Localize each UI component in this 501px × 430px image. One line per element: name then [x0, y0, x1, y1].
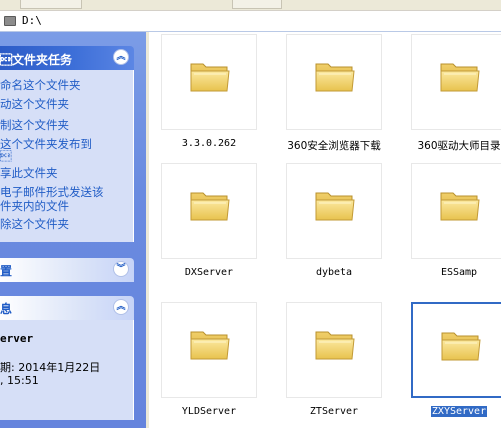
folder-label-text: ZTServer: [309, 406, 359, 417]
folder-tile[interactable]: [411, 302, 501, 398]
folder-item[interactable]: ZTServer: [274, 302, 382, 430]
folder-tile[interactable]: [161, 34, 257, 130]
folder-label[interactable]: ZTServer: [274, 406, 394, 417]
folder-icon: [441, 332, 481, 361]
folder-label-text: DXServer: [184, 267, 234, 278]
folder-icon: [315, 331, 355, 360]
folder-icon: [440, 63, 480, 92]
folder-label-text: dybeta: [315, 267, 353, 278]
folder-item[interactable]: 360驱动大师目录: [399, 34, 501, 162]
folder-label[interactable]: 360驱动大师目录: [399, 138, 501, 153]
folder-item[interactable]: dybeta: [274, 163, 382, 291]
folder-item[interactable]: YLDServer: [149, 302, 257, 430]
folder-tasks-header[interactable]: 文件夹任务 ︽: [0, 46, 134, 70]
folder-label[interactable]: DXServer: [149, 267, 269, 278]
folder-label-text: 360安全浏览器下载: [287, 140, 381, 152]
task-pane: 文件夹任务 ︽ 命名这个文件夹 动这个文件夹 制这个文件夹 这个文件夹发布到 …: [0, 32, 146, 428]
folder-tasks-body: 命名这个文件夹 动这个文件夹 制这个文件夹 这个文件夹发布到  享此文件夹 电…: [0, 70, 134, 242]
task-move[interactable]: 动这个文件夹: [0, 97, 69, 111]
details-time: , 15:51: [0, 374, 39, 387]
drive-icon: [4, 16, 16, 26]
folder-label-text: 360驱动大师目录: [417, 140, 501, 152]
folder-tasks-title: 文件夹任务: [0, 53, 73, 67]
folder-icon: [190, 63, 230, 92]
folder-item[interactable]: ESSamp: [399, 163, 501, 291]
details-header[interactable]: 息 ︽: [0, 296, 134, 320]
folder-label[interactable]: YLDServer: [149, 406, 269, 417]
task-copy[interactable]: 制这个文件夹: [0, 118, 69, 132]
folder-label-text: ESSamp: [440, 267, 478, 278]
folder-tile[interactable]: [161, 163, 257, 259]
folder-icon: [315, 192, 355, 221]
details-body: erver 期: 2014年1月22日 , 15:51: [0, 320, 134, 420]
folder-icon: [190, 192, 230, 221]
toolbar-button[interactable]: [20, 0, 82, 9]
folder-icon: [440, 192, 480, 221]
other-places-title: 置: [0, 264, 13, 278]
folder-tile[interactable]: [286, 163, 382, 259]
folder-label[interactable]: 3.3.0.262: [149, 138, 269, 149]
expand-icon[interactable]: ︾: [113, 261, 129, 277]
folder-label-text: 3.3.0.262: [181, 138, 237, 149]
task-publish-cont[interactable]: : [0, 149, 12, 163]
folder-item[interactable]: 3.3.0.262: [149, 34, 257, 162]
folder-label-text: ZXYServer: [430, 406, 488, 417]
collapse-icon[interactable]: ︽: [113, 299, 129, 315]
toolbar: [0, 0, 501, 11]
folder-tile[interactable]: [286, 34, 382, 130]
address-path[interactable]: D:\: [22, 14, 42, 27]
task-email[interactable]: 电子邮件形式发送该: [0, 185, 104, 199]
folder-label-text: YLDServer: [181, 406, 237, 417]
task-delete[interactable]: 除这个文件夹: [0, 217, 69, 231]
collapse-icon[interactable]: ︽: [113, 49, 129, 65]
details-name: erver: [0, 332, 34, 345]
folder-icon: [315, 63, 355, 92]
folder-item[interactable]: ZXYServer: [399, 302, 501, 430]
folder-tile[interactable]: [411, 163, 501, 259]
folder-icon: [190, 331, 230, 360]
task-share[interactable]: 享此文件夹: [0, 166, 58, 180]
folder-grid: 3.3.0.262 360安全浏览器下载 360驱动大师目录 DXServer dybe…: [149, 32, 501, 428]
folder-tile[interactable]: [161, 302, 257, 398]
folder-label[interactable]: 360安全浏览器下载: [274, 138, 394, 153]
details-title: 息: [0, 302, 13, 316]
folder-item[interactable]: DXServer: [149, 163, 257, 291]
toolbar-button[interactable]: [232, 0, 282, 9]
details-modified: 期: 2014年1月22日: [0, 361, 101, 374]
folder-tile[interactable]: [411, 34, 501, 130]
folder-tile[interactable]: [286, 302, 382, 398]
task-publish[interactable]: 这个文件夹发布到: [0, 137, 92, 151]
task-rename[interactable]: 命名这个文件夹: [0, 78, 81, 92]
folder-label[interactable]: ZXYServer: [399, 406, 501, 417]
other-places-header[interactable]: 置 ︾: [0, 258, 134, 282]
task-email-cont[interactable]: 件夹内的文件: [0, 199, 69, 213]
address-bar[interactable]: D:\: [0, 11, 501, 32]
folder-item[interactable]: 360安全浏览器下载: [274, 34, 382, 162]
folder-label[interactable]: dybeta: [274, 267, 394, 278]
folder-label[interactable]: ESSamp: [399, 267, 501, 278]
